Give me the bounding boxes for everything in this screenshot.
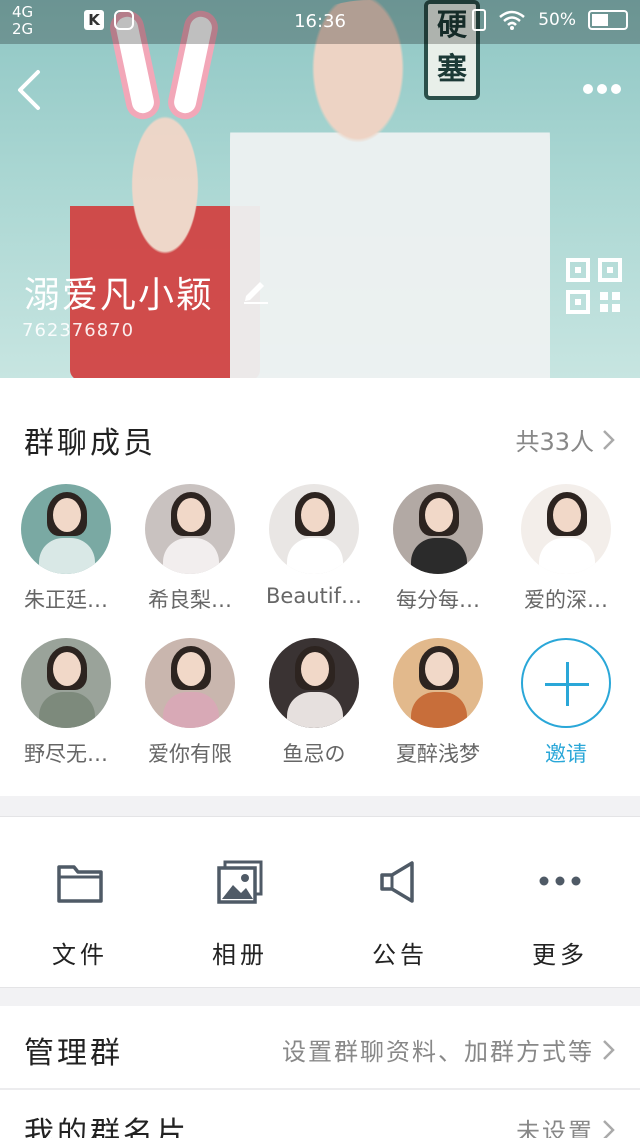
back-button[interactable]: [12, 68, 52, 112]
files-button[interactable]: 文件: [0, 817, 160, 989]
battery-percent: 50%: [538, 10, 576, 30]
more-options-button[interactable]: [580, 74, 624, 104]
member-avatar: [145, 484, 235, 574]
qr-code-button[interactable]: [566, 258, 622, 314]
member-item[interactable]: 朱正廷…: [4, 484, 128, 614]
manage-group-value: 设置群聊资料、加群方式等: [282, 1038, 594, 1066]
member-name: 夏醉浅梦: [396, 742, 480, 766]
group-name[interactable]: 溺爱凡小颖: [24, 266, 214, 318]
files-label: 文件: [52, 941, 108, 969]
vibrate-icon: [472, 9, 487, 31]
member-item[interactable]: 爱你有限: [128, 638, 252, 768]
my-group-card-row[interactable]: 我的群名片 未设置: [0, 1090, 640, 1138]
avatar-body: [163, 692, 219, 728]
add-icon: [521, 638, 611, 728]
avatar-body: [39, 692, 95, 728]
member-avatar: [269, 484, 359, 574]
invite-button[interactable]: 邀请: [504, 638, 628, 768]
member-item[interactable]: 爱的深…: [504, 484, 628, 614]
more-button[interactable]: 更多: [480, 817, 640, 989]
announcement-button[interactable]: 公告: [320, 817, 480, 989]
manage-group-row[interactable]: 管理群 设置群聊资料、加群方式等: [0, 1006, 640, 1088]
avatar-face: [301, 498, 329, 532]
header-photo-figure-right: [230, 0, 550, 378]
member-name: 希良梨…: [148, 588, 232, 612]
member-name: 爱你有限: [148, 742, 232, 766]
members-count: 共33人: [515, 428, 594, 456]
member-name: 爱的深…: [524, 588, 608, 612]
my-group-card-value-wrap: 未设置: [516, 1112, 618, 1138]
member-item[interactable]: 夏醉浅梦: [376, 638, 500, 768]
chevron-right-icon: [603, 429, 615, 450]
chevron-right-icon: [603, 1119, 615, 1138]
member-name: Beautif…: [266, 584, 362, 608]
avatar-face: [425, 498, 453, 532]
member-item[interactable]: 野尽无…: [4, 638, 128, 768]
status-bar: 4G 2G K 16:36 50%: [0, 0, 640, 44]
avatar-face: [553, 498, 581, 532]
announcement-icon: [380, 861, 414, 903]
status-right: 50%: [472, 9, 628, 31]
member-name: 每分每…: [396, 588, 480, 612]
invite-label: 邀请: [545, 742, 587, 766]
avatar-face: [177, 498, 205, 532]
edit-name-icon[interactable]: [240, 274, 270, 304]
member-avatar: [21, 638, 111, 728]
member-name: 野尽无…: [24, 742, 108, 766]
manage-group-value-wrap: 设置群聊资料、加群方式等: [282, 1032, 618, 1067]
avatar-body: [411, 538, 467, 574]
avatar-body: [287, 692, 343, 728]
member-name: 鱼忌の: [282, 742, 346, 766]
avatar-body: [39, 538, 95, 574]
group-id: 762376870: [22, 320, 135, 341]
album-label: 相册: [212, 941, 268, 969]
avatar-face: [53, 498, 81, 532]
members-title: 群聊成员: [24, 426, 156, 461]
avatar-face: [177, 652, 205, 686]
chevron-right-icon: [603, 1039, 615, 1060]
avatar-body: [163, 538, 219, 574]
function-bar: 文件 相册 公告 更多: [0, 816, 640, 988]
folder-icon: [57, 865, 103, 903]
member-item[interactable]: 鱼忌の: [252, 638, 376, 768]
wifi-icon: [499, 10, 526, 30]
member-avatar: [393, 484, 483, 574]
member-item[interactable]: Beautif…: [252, 484, 376, 608]
album-icon: [217, 860, 263, 904]
member-avatar: [269, 638, 359, 728]
more-dots-icon: [539, 876, 581, 886]
avatar-face: [425, 652, 453, 686]
member-avatar: [393, 638, 483, 728]
announcement-label: 公告: [372, 941, 428, 969]
group-header: 硬塞 4G 2G K 16:36 50% 溺爱凡小颖 762376870: [0, 0, 640, 378]
my-group-card-value: 未设置: [516, 1118, 594, 1138]
member-avatar: [145, 638, 235, 728]
avatar-body: [287, 538, 343, 574]
avatar-face: [53, 652, 81, 686]
member-avatar: [21, 484, 111, 574]
more-label: 更多: [532, 941, 588, 969]
my-group-card-title: 我的群名片: [24, 1116, 189, 1138]
avatar-body: [539, 538, 595, 574]
member-item[interactable]: 希良梨…: [128, 484, 252, 614]
members-section: 群聊成员 共33人 朱正廷… 希良梨… Beautif… 每分每… 爱的深… 野尽无… 爱你…: [0, 378, 640, 796]
members-count-link[interactable]: 共33人: [515, 422, 618, 457]
manage-group-title: 管理群: [24, 1036, 123, 1071]
member-avatar: [521, 484, 611, 574]
member-item[interactable]: 每分每…: [376, 484, 500, 614]
album-button[interactable]: 相册: [160, 817, 320, 989]
battery-icon: [588, 10, 628, 30]
avatar-body: [411, 692, 467, 728]
avatar-face: [301, 652, 329, 686]
member-name: 朱正廷…: [24, 588, 108, 612]
